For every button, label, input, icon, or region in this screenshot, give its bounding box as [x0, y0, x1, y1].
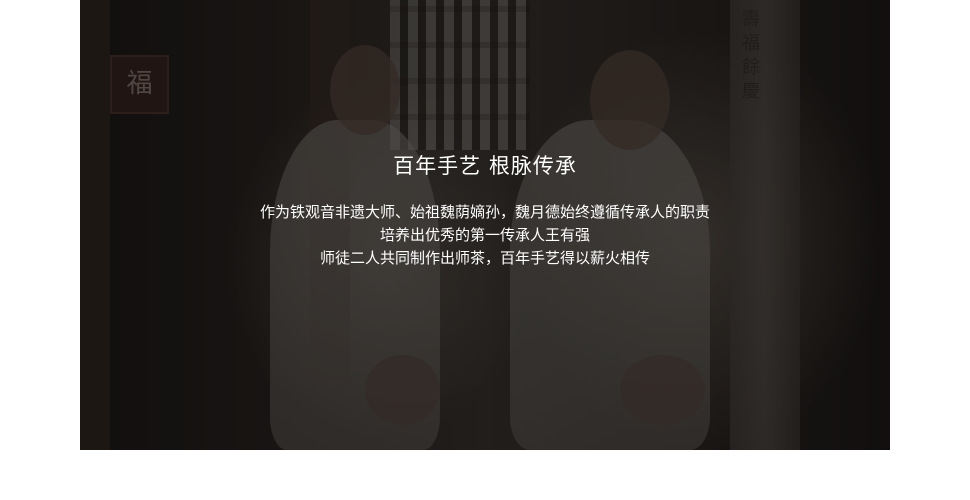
banner-description: 作为铁观音非遗大师、始祖魏荫嫡孙，魏月德始终遵循传承人的职责 培养出优秀的第一传… — [80, 201, 890, 270]
description-line-3: 师徒二人共同制作出师茶，百年手艺得以薪火相传 — [319, 249, 650, 267]
description-line-2: 培养出优秀的第一传承人王有强 — [379, 226, 590, 244]
hero-banner: 福 壽 福 餘 慶 百年手艺 根脉传承 作为铁观音非遗大师、始祖魏荫嫡孙，魏月德… — [80, 0, 890, 450]
banner-title: 百年手艺 根脉传承 — [393, 154, 577, 178]
description-line-1: 作为铁观音非遗大师、始祖魏荫嫡孙，魏月德始终遵循传承人的职责 — [259, 203, 710, 221]
